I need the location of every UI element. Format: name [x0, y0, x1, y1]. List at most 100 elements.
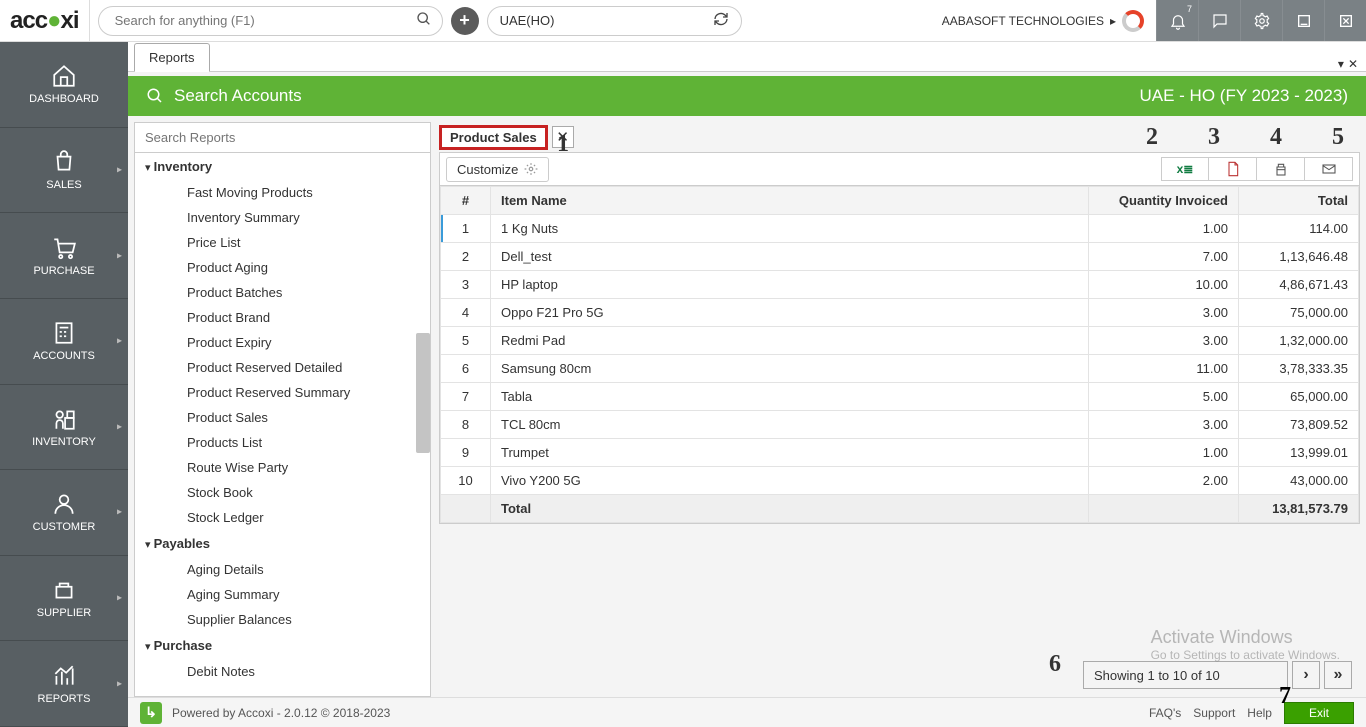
- exit-button[interactable]: Exit: [1284, 702, 1354, 724]
- fiscal-period-label: UAE - HO (FY 2023 - 2023): [1140, 86, 1349, 106]
- table-row[interactable]: 3HP laptop10.004,86,671.43: [441, 271, 1359, 299]
- close-icon[interactable]: [1324, 0, 1366, 41]
- tree-leaf[interactable]: Product Batches: [135, 280, 430, 305]
- tree-group[interactable]: Inventory: [135, 153, 430, 180]
- footer-faqs-link[interactable]: FAQ's: [1149, 706, 1181, 720]
- minimize-icon[interactable]: [1282, 0, 1324, 41]
- cell-quantity: 5.00: [1089, 383, 1239, 411]
- cell-index: 10: [441, 467, 491, 495]
- company-name[interactable]: AABASOFT TECHNOLOGIES ▸: [942, 10, 1148, 32]
- table-row[interactable]: 10Vivo Y200 5G2.0043,000.00: [441, 467, 1359, 495]
- chevron-right-icon: ▸: [117, 336, 122, 347]
- tree-group[interactable]: Purchase: [135, 632, 430, 659]
- tree-leaf[interactable]: Product Reserved Summary: [135, 380, 430, 405]
- tab-reports[interactable]: Reports: [134, 43, 210, 72]
- tree-leaf[interactable]: Products List: [135, 430, 430, 455]
- table-row[interactable]: 4Oppo F21 Pro 5G3.0075,000.00: [441, 299, 1359, 327]
- nav-customer[interactable]: CUSTOMER ▸: [0, 470, 128, 556]
- nav-inventory[interactable]: INVENTORY ▸: [0, 385, 128, 471]
- tree-group[interactable]: Payables: [135, 530, 430, 557]
- tree-leaf[interactable]: Inventory Summary: [135, 205, 430, 230]
- table-row[interactable]: 2Dell_test7.001,13,646.48: [441, 243, 1359, 271]
- table-row[interactable]: 5Redmi Pad3.001,32,000.00: [441, 327, 1359, 355]
- tree-leaf[interactable]: Product Aging: [135, 255, 430, 280]
- cell-index: 3: [441, 271, 491, 299]
- company-name-label: AABASOFT TECHNOLOGIES: [942, 14, 1104, 28]
- table-row[interactable]: 9Trumpet1.0013,999.01: [441, 439, 1359, 467]
- cell-item-name: TCL 80cm: [491, 411, 1089, 439]
- notification-count: 7: [1187, 4, 1192, 14]
- app-logo: acc●xi: [10, 0, 90, 41]
- print-button[interactable]: [1257, 157, 1305, 181]
- search-icon[interactable]: [416, 11, 432, 30]
- chat-icon[interactable]: [1198, 0, 1240, 41]
- settings-icon[interactable]: [1240, 0, 1282, 41]
- cell-index: 7: [441, 383, 491, 411]
- last-page-button[interactable]: »: [1324, 661, 1352, 689]
- tree-leaf[interactable]: Product Sales: [135, 405, 430, 430]
- export-excel-button[interactable]: x≣: [1161, 157, 1209, 181]
- print-icon: [1273, 161, 1289, 177]
- email-button[interactable]: [1305, 157, 1353, 181]
- tree-leaf[interactable]: Fast Moving Products: [135, 180, 430, 205]
- scrollbar[interactable]: [416, 333, 430, 453]
- table-row[interactable]: 6Samsung 80cm11.003,78,333.35: [441, 355, 1359, 383]
- tree-leaf[interactable]: Price List: [135, 230, 430, 255]
- annotation-6: 6: [1049, 651, 1061, 678]
- tree-leaf[interactable]: Stock Ledger: [135, 505, 430, 530]
- customize-button[interactable]: Customize: [446, 157, 549, 182]
- tree-leaf[interactable]: Product Reserved Detailed: [135, 355, 430, 380]
- tree-leaf[interactable]: Stock Book: [135, 480, 430, 505]
- col-total[interactable]: Total: [1239, 187, 1359, 215]
- cell-total: 13,999.01: [1239, 439, 1359, 467]
- col-item-name[interactable]: Item Name: [491, 187, 1089, 215]
- org-selector[interactable]: UAE(HO): [487, 6, 742, 36]
- tree-leaf[interactable]: Debit Notes: [135, 659, 430, 684]
- cell-quantity: 7.00: [1089, 243, 1239, 271]
- global-search-input[interactable]: [113, 12, 416, 29]
- search-reports-input[interactable]: [135, 123, 430, 153]
- tree-leaf[interactable]: Supplier Balances: [135, 607, 430, 632]
- watermark-title: Activate Windows: [1151, 627, 1340, 648]
- footer-help-link[interactable]: Help: [1247, 706, 1272, 720]
- nav-accounts[interactable]: ACCOUNTS ▸: [0, 299, 128, 385]
- search-accounts[interactable]: Search Accounts: [146, 86, 302, 106]
- table-total-row: Total13,81,573.79: [441, 495, 1359, 523]
- table-row[interactable]: 7Tabla5.0065,000.00: [441, 383, 1359, 411]
- total-value: 13,81,573.79: [1239, 495, 1359, 523]
- global-search[interactable]: [98, 6, 443, 36]
- nav-sales[interactable]: SALES ▸: [0, 128, 128, 214]
- next-page-button[interactable]: ›: [1292, 661, 1320, 689]
- refresh-icon[interactable]: [713, 11, 729, 30]
- subtab-product-sales[interactable]: Product Sales: [439, 125, 548, 150]
- cell-total: 75,000.00: [1239, 299, 1359, 327]
- tree-leaf[interactable]: Route Wise Party: [135, 455, 430, 480]
- tree-leaf[interactable]: Product Brand: [135, 305, 430, 330]
- footer-powered-by: Powered by Accoxi - 2.0.12 © 2018-2023: [172, 706, 390, 720]
- nav-dashboard[interactable]: DASHBOARD: [0, 42, 128, 128]
- reports-tree[interactable]: InventoryFast Moving ProductsInventory S…: [135, 153, 430, 696]
- table-row[interactable]: 11 Kg Nuts1.00114.00: [441, 215, 1359, 243]
- table-row[interactable]: 8TCL 80cm3.0073,809.52: [441, 411, 1359, 439]
- chevron-right-icon: ▸: [1110, 14, 1116, 28]
- col-index[interactable]: #: [441, 187, 491, 215]
- nav-reports[interactable]: REPORTS ▸: [0, 641, 128, 727]
- tree-leaf[interactable]: Product Expiry: [135, 330, 430, 355]
- tree-leaf[interactable]: Aging Details: [135, 557, 430, 582]
- cell-index: 6: [441, 355, 491, 383]
- footer-support-link[interactable]: Support: [1193, 706, 1235, 720]
- chevron-right-icon: ▸: [117, 678, 122, 689]
- reports-tree-panel: InventoryFast Moving ProductsInventory S…: [134, 122, 431, 697]
- export-pdf-button[interactable]: [1209, 157, 1257, 181]
- add-button[interactable]: +: [451, 7, 479, 35]
- col-quantity[interactable]: Quantity Invoiced: [1089, 187, 1239, 215]
- tree-leaf[interactable]: Aging Summary: [135, 582, 430, 607]
- tab-close-icon[interactable]: ✕: [1348, 57, 1358, 71]
- tab-dropdown-icon[interactable]: ▾: [1338, 57, 1344, 71]
- nav-purchase[interactable]: PURCHASE ▸: [0, 213, 128, 299]
- nav-supplier[interactable]: SUPPLIER ▸: [0, 556, 128, 642]
- annotation-5: 5: [1332, 124, 1344, 151]
- notifications-icon[interactable]: 7: [1156, 0, 1198, 41]
- cell-quantity: 2.00: [1089, 467, 1239, 495]
- nav-reports-label: REPORTS: [38, 693, 91, 705]
